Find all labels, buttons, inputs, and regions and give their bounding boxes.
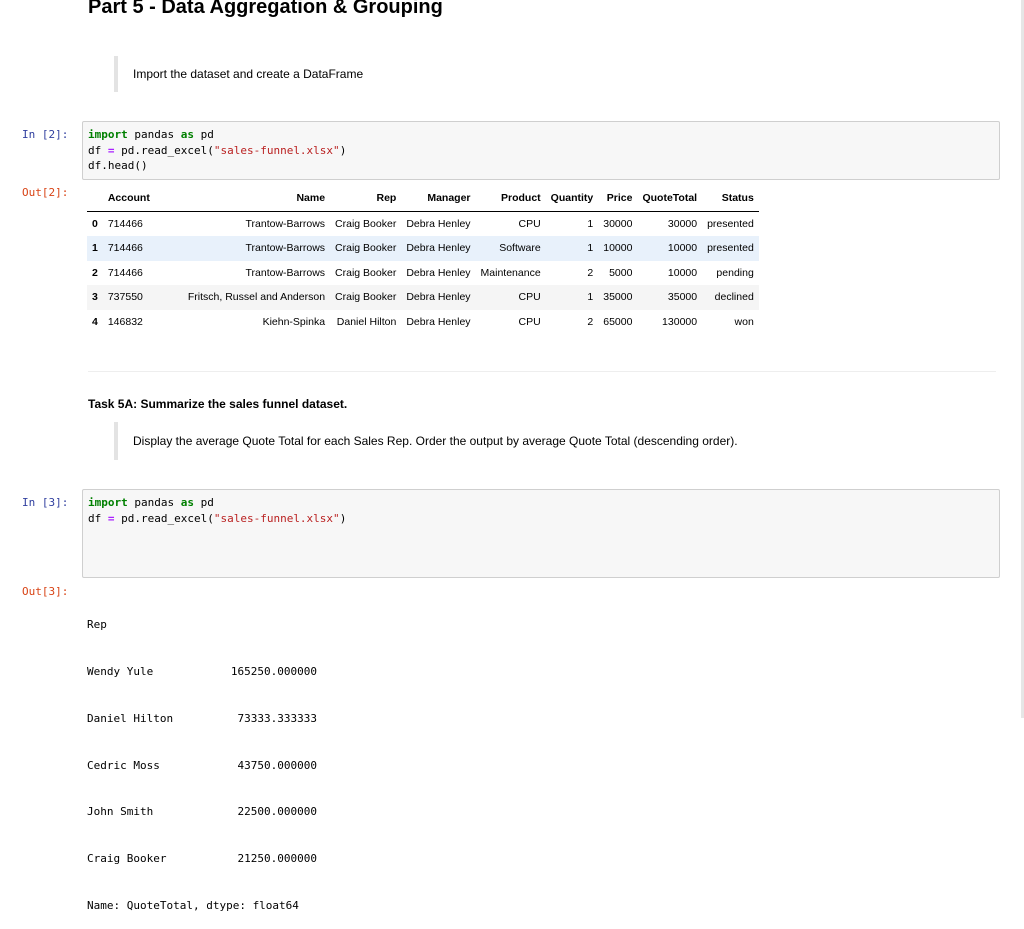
row-index: 4 [92,315,98,328]
table-row: 0 714466 Trantow-Barrows Craig Booker De… [87,211,759,236]
in-prompt-2: In [2]: [22,128,69,141]
table-cell: Craig Booker [335,266,397,279]
table-cell: 1 [587,291,594,304]
series-row: Daniel Hilton 73333.333333 [87,711,317,725]
table-cell: Trantow-Barrows [245,242,326,255]
code-line: df = pd.read_excel("sales-funnel.xlsx") [88,143,347,157]
series-row: Wendy Yule 165250.000000 [87,664,317,678]
table-cell: Debra Henley [406,315,471,328]
code-line: df = pd.read_excel("sales-funnel.xlsx") [88,511,347,525]
code-cell-2[interactable]: import pandas as pd df = pd.read_excel("… [82,121,1000,180]
series-row: Cedric Moss 43750.000000 [87,758,317,772]
table-cell: CPU [518,291,541,304]
table-cell: 146832 [107,315,143,328]
table-cell: 35000 [667,291,698,304]
table-cell: 714466 [107,217,143,230]
markdown-cell-instructions: Display the average Quote Total for each… [114,422,738,460]
code-line: df.head() [88,159,148,172]
column-header: Manager [401,186,476,212]
in-prompt-3: In [3]: [22,496,69,509]
row-index: 3 [92,291,98,304]
table-cell: Fritsch, Russel and Anderson [187,291,326,304]
table-cell: 1 [587,217,594,230]
series-index-name: Rep [87,618,107,632]
code-line: import pandas as pd [88,128,214,141]
table-cell: 130000 [662,315,698,328]
table-cell: Debra Henley [406,242,471,255]
markdown-text: Display the average Quote Total for each… [133,434,738,448]
table-cell: Craig Booker [335,242,397,255]
task-title: Task 5A: Summarize the sales funnel data… [88,397,348,411]
table-row: 3 737550 Fritsch, Russel and Anderson Cr… [87,285,759,310]
table-cell: Software [499,242,541,255]
out-prompt-3: Out[3]: [22,585,69,598]
table-cell: Debra Henley [406,266,471,279]
table-cell: Maintenance [480,266,541,279]
table-cell: 10000 [667,242,698,255]
table-row: 2 714466 Trantow-Barrows Craig Booker De… [87,261,759,286]
table-cell: presented [707,217,754,230]
table-cell: CPU [518,315,541,328]
code-cell-3[interactable]: import pandas as pd df = pd.read_excel("… [82,489,1000,578]
table-cell: Trantow-Barrows [245,266,326,279]
column-header [87,186,103,212]
table-cell: 10000 [603,242,633,255]
column-header: Account [102,186,183,212]
series-row: John Smith 22500.000000 [87,805,317,819]
table-cell: Debra Henley [406,217,471,230]
row-index: 1 [92,242,98,255]
series-row: Craig Booker 21250.000000 [87,852,317,866]
table-row: 4 146832 Kiehn-Spinka Daniel Hilton Debr… [87,310,759,335]
table-row: 1 714466 Trantow-Barrows Craig Booker De… [87,236,759,261]
table-cell: 2 [587,266,594,279]
dataframe-table: Account Name Rep Manager Product Quantit… [87,186,759,334]
table-cell: Craig Booker [335,217,397,230]
table-cell: Trantow-Barrows [245,217,326,230]
section-divider [88,371,996,372]
table-cell: Craig Booker [335,291,397,304]
table-cell: 35000 [603,291,633,304]
table-cell: Daniel Hilton [336,315,397,328]
row-index: 0 [92,217,98,230]
column-header: Price [598,186,638,212]
column-header: Name [182,186,331,212]
table-cell: 10000 [667,266,698,279]
column-header: Product [475,186,546,212]
section-heading: Part 5 - Data Aggregation & Grouping [88,0,443,18]
table-cell: 30000 [667,217,698,230]
column-header: QuoteTotal [637,186,703,212]
table-cell: pending [716,266,754,279]
series-output: Rep Wendy Yule 165250.000000 Daniel Hilto… [87,586,317,929]
table-cell: 1 [587,242,594,255]
table-cell: Kiehn-Spinka [262,315,326,328]
table-cell: 5000 [609,266,633,279]
column-header: Quantity [545,186,599,212]
code-line: import pandas as pd [88,496,214,509]
table-cell: 737550 [107,291,143,304]
table-cell: presented [707,242,754,255]
column-header: Rep [330,186,402,212]
row-index: 2 [92,266,98,279]
series-footer: Name: QuoteTotal, dtype: float64 [87,898,299,912]
table-cell: CPU [518,217,541,230]
table-cell: won [734,315,754,328]
markdown-cell-import: Import the dataset and create a DataFram… [114,56,363,92]
table-header-row: Account Name Rep Manager Product Quantit… [87,186,759,212]
table-cell: 2 [587,315,594,328]
table-cell: declined [714,291,754,304]
table-cell: Debra Henley [406,291,471,304]
table-cell: 65000 [603,315,633,328]
table-cell: 714466 [107,242,143,255]
table-cell: 714466 [107,266,143,279]
markdown-text: Import the dataset and create a DataFram… [133,67,364,81]
table-cell: 30000 [603,217,633,230]
out-prompt-2: Out[2]: [22,186,69,199]
column-header: Status [702,186,759,212]
